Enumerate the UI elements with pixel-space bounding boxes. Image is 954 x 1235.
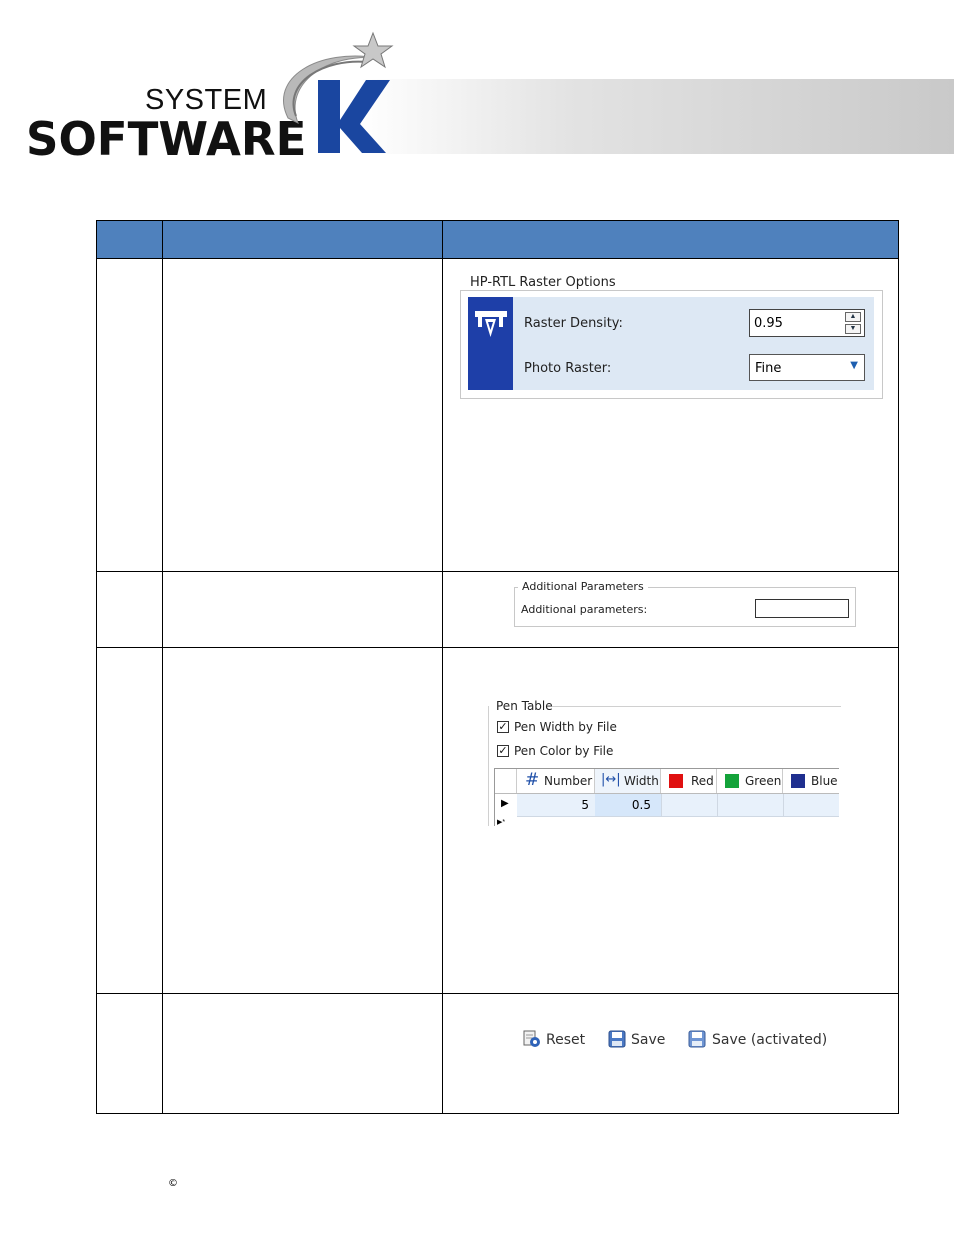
cell-divider (783, 794, 784, 816)
raster-density-value: 0.95 (754, 316, 783, 331)
cell-divider (661, 794, 662, 816)
row-divider-1 (97, 571, 898, 572)
red-swatch-icon (669, 774, 683, 788)
logo-software-text: SOFTWARE (26, 112, 307, 166)
raster-options-title: HP-RTL Raster Options (466, 275, 620, 290)
new-row-marker-icon: ▶* (497, 819, 506, 826)
plotter-icon (475, 311, 507, 337)
row-divider-3 (97, 993, 898, 994)
column-header-number[interactable]: # Number (517, 769, 595, 793)
pen-table-divider (552, 706, 841, 707)
reset-icon (523, 1030, 540, 1047)
photo-raster-select[interactable]: Fine ▼ (749, 354, 865, 381)
additional-params-title: Additional Parameters (518, 580, 648, 593)
pen-table-grid: # Number |↔| Width Red Green Blue ▶ 5 0.… (494, 768, 839, 826)
save-activated-icon (688, 1030, 706, 1048)
cell-number[interactable]: 5 (517, 798, 589, 812)
spin-down-button[interactable]: ▼ (845, 324, 861, 334)
pen-width-checkbox[interactable]: ✓ (497, 721, 509, 733)
reset-button-label: Reset (546, 1032, 586, 1048)
pen-color-checkbox[interactable]: ✓ (497, 745, 509, 757)
additional-params-label: Additional parameters: (521, 603, 648, 616)
table-header-row (97, 221, 898, 259)
row-header-corner (495, 769, 517, 793)
logo-k-icon (283, 31, 394, 153)
column-header-blue[interactable]: Blue (783, 769, 839, 793)
column-label-blue: Blue (811, 774, 838, 788)
save-activated-button-label: Save (activated) (712, 1032, 828, 1048)
pen-color-label: Pen Color by File (514, 744, 614, 758)
header-banner (360, 79, 954, 154)
save-icon (608, 1030, 626, 1048)
raster-density-label: Raster Density: (524, 316, 623, 331)
column-label-red: Red (691, 774, 714, 788)
photo-raster-value: Fine (755, 361, 782, 376)
footer-copyright: © (168, 1178, 178, 1189)
cell-width[interactable]: 0.5 (595, 798, 651, 812)
column-divider-2 (442, 221, 443, 1113)
column-label-green: Green (745, 774, 782, 788)
blue-swatch-icon (791, 774, 805, 788)
pen-table-left-border (488, 706, 489, 826)
chevron-down-icon: ▼ (850, 360, 858, 371)
row-selector-arrow-icon: ▶ (501, 798, 509, 809)
column-label-number: Number (544, 774, 593, 788)
pen-table-title: Pen Table (496, 699, 553, 713)
column-header-width[interactable]: |↔| Width (595, 769, 661, 793)
additional-params-input[interactable] (755, 599, 849, 618)
column-label-width: Width (624, 774, 659, 788)
table-row[interactable]: 5 0.5 (517, 794, 839, 817)
width-arrows-icon: |↔| (601, 772, 621, 787)
green-swatch-icon (725, 774, 739, 788)
cell-divider (717, 794, 718, 816)
column-header-red[interactable]: Red (661, 769, 717, 793)
row-divider-2 (97, 647, 898, 648)
spin-up-button[interactable]: ▲ (845, 312, 861, 322)
pen-table-header: # Number |↔| Width Red Green Blue (495, 769, 839, 794)
save-button-label: Save (631, 1032, 666, 1048)
photo-raster-label: Photo Raster: (524, 361, 612, 376)
raster-icon-bar (468, 297, 513, 390)
pen-width-label: Pen Width by File (514, 720, 617, 734)
column-header-green[interactable]: Green (717, 769, 783, 793)
hash-icon: # (525, 770, 540, 790)
column-divider-1 (162, 221, 163, 1113)
